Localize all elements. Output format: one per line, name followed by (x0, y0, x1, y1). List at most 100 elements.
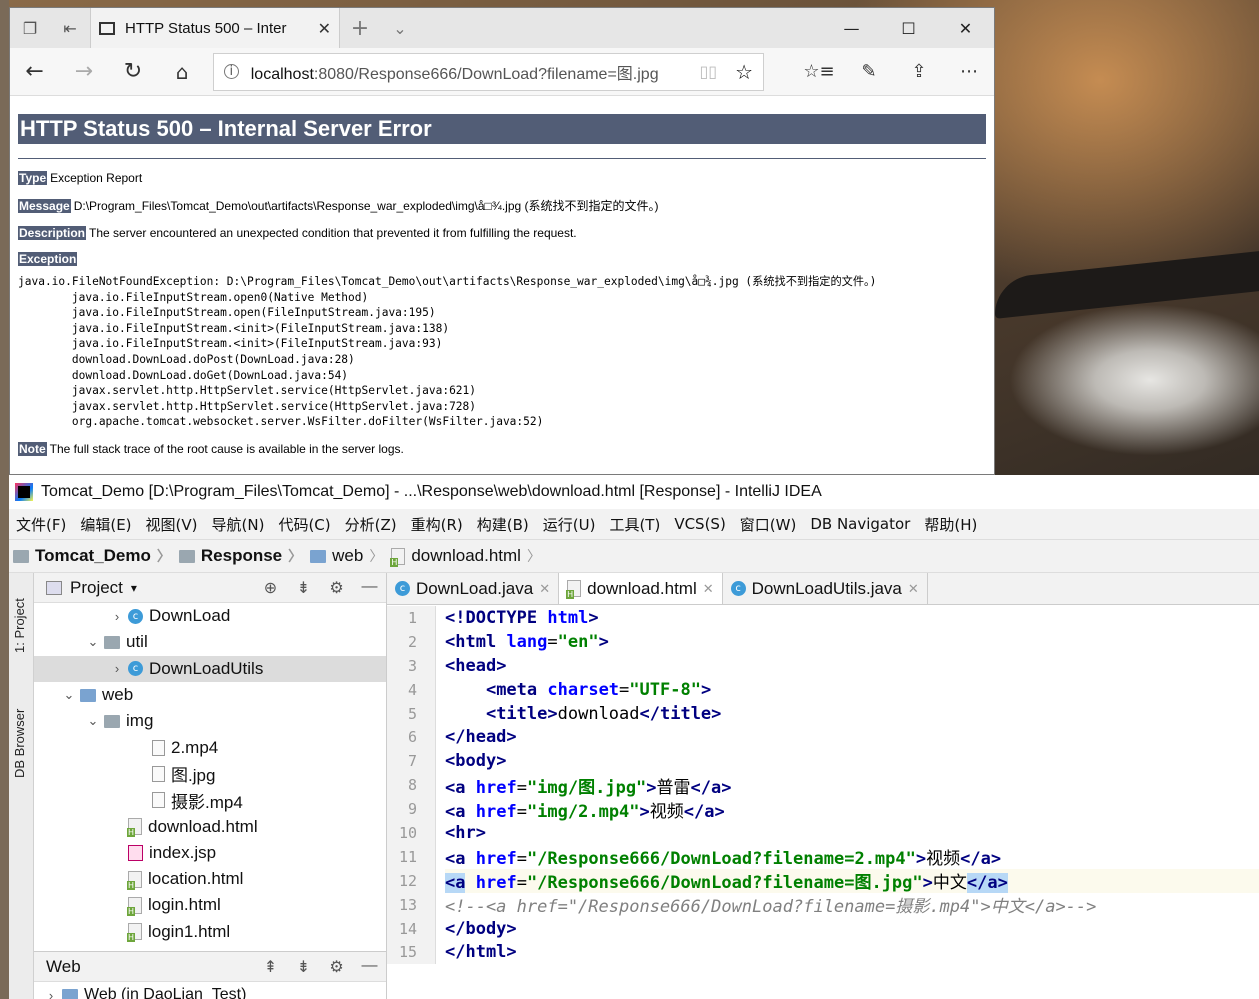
line-number: 11 (387, 844, 435, 869)
editor-tab-downloadutils-java[interactable]: c DownLoadUtils.java ✕ (723, 573, 928, 604)
address-text[interactable]: localhost:8080/Response666/DownLoad?file… (251, 60, 700, 84)
menu-item[interactable]: 工具(T) (602, 514, 667, 535)
breadcrumb-file[interactable]: download.html 〉 (387, 546, 545, 567)
code-line[interactable]: 9 <a href="img/2.mp4">视频</a> (387, 797, 1259, 822)
expand-all-icon[interactable]: ⇞ (254, 957, 287, 977)
tree-item[interactable]: 2.mp4 (34, 734, 386, 760)
close-tab-icon[interactable]: ✕ (539, 581, 550, 597)
code-line[interactable]: 15 </html> (387, 940, 1259, 965)
menu-item[interactable]: 重构(R) (404, 514, 470, 535)
menu-item[interactable]: 视图(V) (139, 514, 205, 535)
tree-item[interactable]: › c DownLoadUtils (34, 655, 386, 682)
tab-manager-icon[interactable]: ❐ (10, 8, 50, 48)
more-icon[interactable]: ⋯ (944, 48, 994, 96)
side-tab-db-browser[interactable]: DB Browser (12, 709, 27, 778)
refresh-icon[interactable]: ↻ (108, 48, 157, 96)
menu-item[interactable]: 文件(F) (9, 514, 73, 535)
editor-tab-download-html[interactable]: download.html ✕ (559, 573, 723, 604)
window-controls: — ☐ ✕ (823, 8, 994, 48)
code-line[interactable]: 14 </body> (387, 916, 1259, 941)
menu-item[interactable]: 代码(C) (271, 514, 337, 535)
maximize-icon[interactable]: ☐ (880, 8, 937, 48)
project-panel-title[interactable]: Project (70, 578, 123, 598)
code-line[interactable]: 3 <head> (387, 653, 1259, 678)
tree-item[interactable]: ⌄ img (34, 708, 386, 734)
tree-item[interactable]: › c DownLoad (34, 603, 386, 629)
tree-item-label: location.html (148, 869, 244, 889)
share-icon[interactable]: ⇪ (894, 48, 944, 96)
breadcrumb-web[interactable]: web 〉 (306, 546, 387, 566)
menu-item[interactable]: 窗口(W) (733, 514, 804, 535)
code-line[interactable]: 8 <a href="img/图.jpg">普雷</a> (387, 773, 1259, 798)
code-line[interactable]: 6 </head> (387, 725, 1259, 750)
browser-tab-bar: ❐ ⇤ HTTP Status 500 – Inter ✕ + ⌄ — ☐ ✕ (10, 8, 994, 48)
dropdown-icon[interactable]: ▾ (131, 581, 137, 595)
tree-item[interactable]: login.html (34, 892, 386, 918)
code-line[interactable]: 10 <hr> (387, 821, 1259, 845)
code-line[interactable]: 2 <html lang="en"> (387, 629, 1259, 654)
tree-item[interactable]: index.jsp (34, 840, 386, 866)
address-bar[interactable]: i localhost:8080/Response666/DownLoad?fi… (212, 52, 764, 91)
hide-icon[interactable]: — (353, 957, 386, 977)
collapse-all-icon[interactable]: ⇟ (287, 578, 320, 598)
code-editor[interactable]: 1 <!DOCTYPE html> 2 <html lang="en"> 3 <head>… (387, 606, 1259, 999)
breadcrumb-module[interactable]: Response 〉 (175, 546, 306, 566)
close-tab-icon[interactable]: ✕ (318, 19, 331, 38)
hide-icon[interactable]: — (353, 578, 386, 598)
web-note-icon[interactable]: ✎ (844, 48, 894, 96)
tree-item[interactable]: download.html (34, 813, 386, 839)
tree-item[interactable]: location.html (34, 866, 386, 892)
menu-item[interactable]: 导航(N) (205, 514, 272, 535)
menu-item[interactable]: 编辑(E) (73, 514, 138, 535)
tree-item[interactable]: 摄影.mp4 (34, 787, 386, 813)
tab-preview-icon[interactable]: ⌄ (380, 8, 420, 48)
chevron-down-icon[interactable]: ⌄ (58, 687, 80, 703)
editor-tab-download-java[interactable]: c DownLoad.java ✕ (387, 573, 560, 604)
close-window-icon[interactable]: ✕ (937, 8, 994, 48)
code-line[interactable]: 12 <a href="/Response666/DownLoad?filenam… (387, 868, 1259, 894)
tree-item[interactable]: 图.jpg (34, 761, 386, 787)
code-line[interactable]: 4 <meta charset="UTF-8"> (387, 677, 1259, 702)
menu-item[interactable]: 帮助(H) (917, 514, 984, 535)
close-tab-icon[interactable]: ✕ (703, 581, 714, 597)
tool-window-strip: 1: Project DB Browser (9, 573, 34, 999)
side-tab-project[interactable]: 1: Project (12, 598, 27, 653)
locate-icon[interactable]: ⊕ (254, 578, 287, 598)
favorite-star-icon[interactable]: ☆ (735, 60, 753, 84)
forward-arrow-icon[interactable]: → (59, 48, 108, 96)
home-icon[interactable]: ⌂ (158, 48, 207, 96)
gear-icon[interactable]: ⚙ (320, 957, 353, 977)
menu-item[interactable]: 运行(U) (536, 514, 603, 535)
favorites-icon[interactable]: ☆≡ (794, 48, 844, 96)
chevron-down-icon[interactable]: ⌄ (82, 713, 104, 729)
gear-icon[interactable]: ⚙ (320, 578, 353, 598)
code-line[interactable]: 11 <a href="/Response666/DownLoad?filenam… (387, 844, 1259, 869)
back-arrow-icon[interactable]: ← (10, 48, 59, 96)
web-panel-item[interactable]: › Web (in DaoLian_Test) (34, 982, 386, 999)
info-icon[interactable]: i (223, 64, 239, 79)
chevron-right-icon[interactable]: › (106, 609, 128, 624)
collapse-all-icon[interactable]: ⇟ (287, 957, 320, 977)
close-tab-icon[interactable]: ✕ (908, 581, 919, 597)
fold-gutter (435, 940, 445, 965)
code-line[interactable]: 13 <!--<a href="/Response666/DownLoad?fil… (387, 892, 1259, 917)
code-line[interactable]: 7 <body> (387, 749, 1259, 774)
set-tabs-aside-icon[interactable]: ⇤ (50, 8, 90, 48)
menu-item[interactable]: 构建(B) (470, 514, 536, 535)
new-tab-icon[interactable]: + (340, 8, 380, 48)
chevron-right-icon[interactable]: › (106, 661, 128, 676)
minimize-icon[interactable]: — (823, 8, 880, 48)
reading-view-icon[interactable]: ▯▯ (699, 62, 717, 81)
menu-item[interactable]: VCS(S) (667, 515, 732, 533)
tree-item[interactable]: ⌄ util (34, 629, 386, 655)
tree-item[interactable]: ⌄ web (34, 682, 386, 708)
chevron-right-icon: 〉 (369, 548, 384, 564)
chevron-down-icon[interactable]: ⌄ (82, 634, 104, 650)
browser-tab[interactable]: HTTP Status 500 – Inter ✕ (90, 8, 340, 48)
menu-item[interactable]: 分析(Z) (338, 514, 404, 535)
code-line[interactable]: 5 <title>download</title> (387, 701, 1259, 726)
code-line[interactable]: 1 <!DOCTYPE html> (387, 606, 1259, 630)
tree-item[interactable]: login1.html (34, 919, 386, 945)
breadcrumb-project[interactable]: Tomcat_Demo 〉 (9, 546, 175, 566)
menu-item[interactable]: DB Navigator (803, 515, 917, 533)
